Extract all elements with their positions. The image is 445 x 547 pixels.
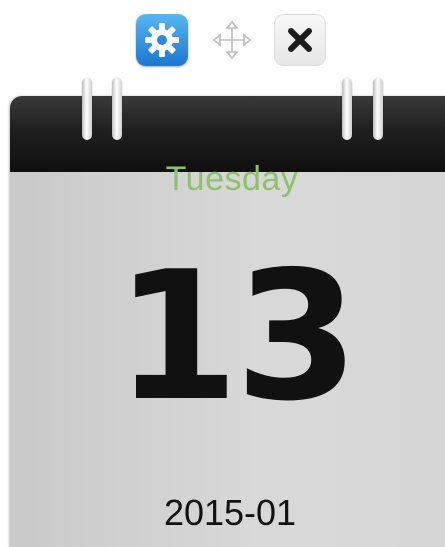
close-icon	[288, 28, 312, 52]
settings-button[interactable]	[136, 14, 188, 66]
binder-ring	[342, 78, 352, 140]
weekday-label: Tuesday	[165, 160, 299, 198]
close-button[interactable]	[274, 14, 326, 66]
gear-icon	[145, 23, 179, 57]
binder-ring	[82, 78, 92, 140]
binder-ring	[112, 78, 122, 140]
move-handle[interactable]	[206, 14, 258, 66]
binder-ring	[373, 78, 383, 140]
day-number: 13	[115, 233, 359, 440]
year-month-label: 2015-01	[163, 492, 297, 533]
move-arrows-icon	[212, 20, 252, 60]
gadget-toolbar	[0, 14, 445, 66]
calendar-gadget: Tuesday 13 2015-01	[0, 0, 445, 547]
